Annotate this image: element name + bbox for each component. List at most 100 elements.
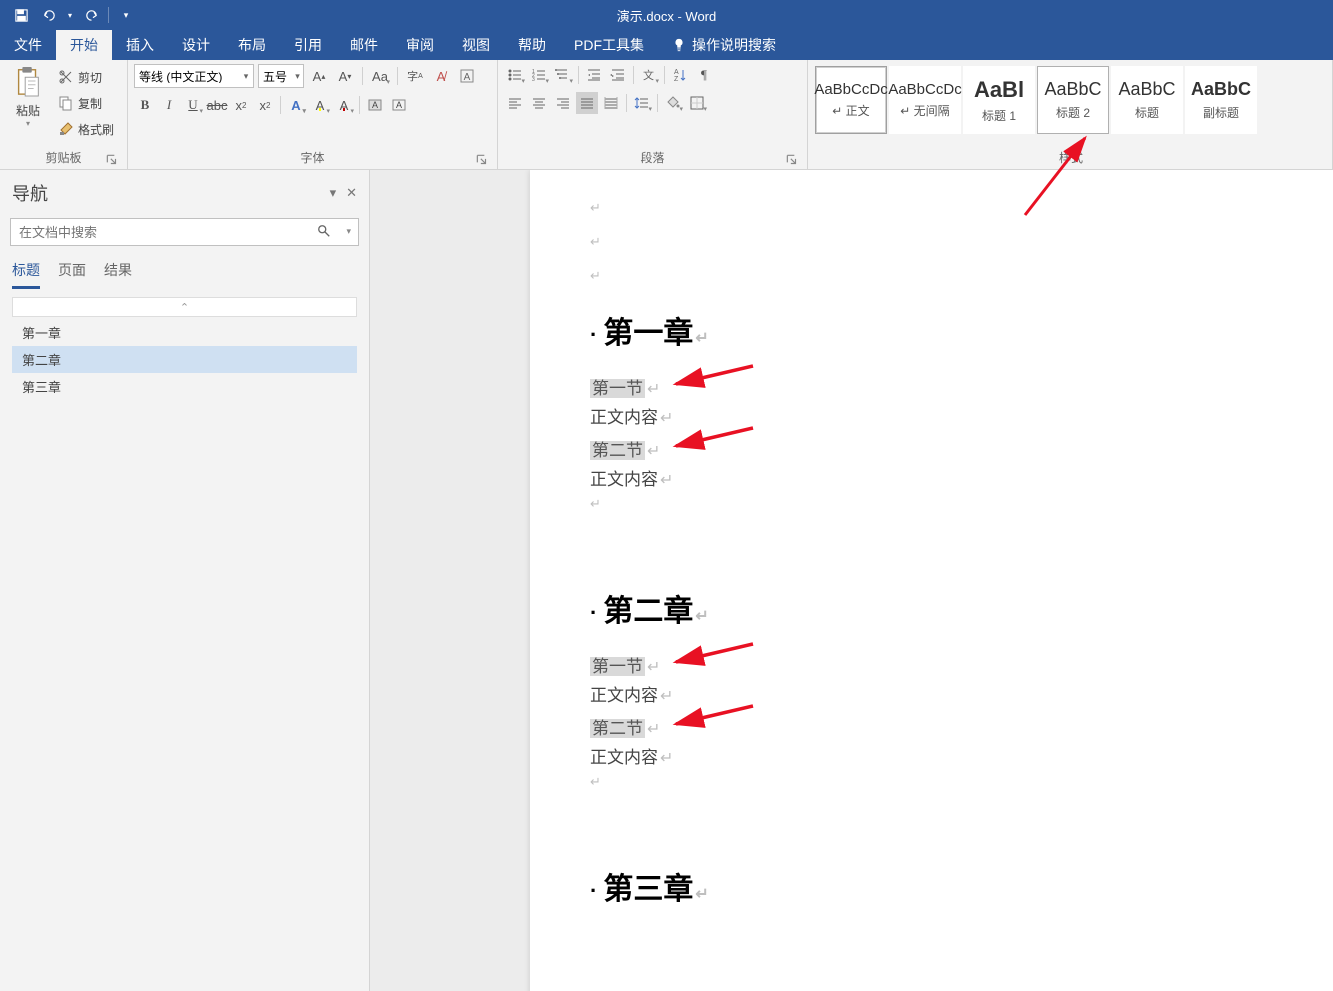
style-nospacing[interactable]: AaBbCcDc ↵ 无间隔 (889, 66, 961, 134)
qat-customize-icon[interactable]: ▾ (113, 2, 139, 28)
search-options-icon[interactable]: ▾ (346, 226, 351, 237)
align-right-button[interactable] (552, 92, 574, 114)
heading1: ·第三章↵ (590, 864, 1273, 908)
tab-design[interactable]: 设计 (168, 30, 224, 60)
group-clipboard: 粘贴 ▾ 剪切 复制 格式刷 剪贴板 (0, 60, 128, 169)
body-text: 正文内容↵ (590, 681, 1273, 706)
line-spacing-button[interactable]: ▾ (631, 92, 653, 114)
document-area[interactable]: ↵ ↵ ↵ ·第一章↵第一节↵正文内容↵第二节↵正文内容↵↵·第二章↵第一节↵正… (370, 170, 1333, 991)
navigation-pane: 导航 ▾ ✕ ▾ 标题 页面 结果 ⌃ 第一章 第二章 第三章 (0, 170, 370, 991)
shading-button[interactable]: ▾ (662, 92, 684, 114)
undo-dropdown-icon[interactable]: ▾ (64, 2, 76, 28)
tab-file[interactable]: 文件 (0, 30, 56, 60)
paste-icon (13, 66, 43, 100)
tell-me-search[interactable]: 操作说明搜索 (658, 30, 790, 60)
nav-node-ch1[interactable]: 第一章 (12, 319, 357, 346)
nav-dropdown-icon[interactable]: ▾ (330, 185, 337, 201)
style-heading1[interactable]: AaBl 标题 1 (963, 66, 1035, 134)
show-marks-button[interactable]: ¶ (693, 64, 715, 86)
paragraph-mark: ↵ (590, 496, 1273, 512)
redo-icon[interactable] (78, 2, 104, 28)
nav-tabs: 标题 页面 结果 (0, 252, 369, 289)
tab-mailings[interactable]: 邮件 (336, 30, 392, 60)
font-color-button[interactable]: A▾ (333, 94, 355, 116)
increase-indent-button[interactable] (607, 64, 629, 86)
tab-review[interactable]: 审阅 (392, 30, 448, 60)
char-border-button[interactable]: A (388, 94, 410, 116)
asian-layout-button[interactable]: 文▾ (638, 64, 660, 86)
paste-button[interactable]: 粘贴 ▾ (6, 64, 50, 147)
multilevel-button[interactable]: ▾ (552, 64, 574, 86)
cut-button[interactable]: 剪切 (54, 66, 118, 88)
tab-layout[interactable]: 布局 (224, 30, 280, 60)
group-label-font: 字体 (134, 147, 491, 169)
tab-references[interactable]: 引用 (280, 30, 336, 60)
align-left-button[interactable] (504, 92, 526, 114)
bold-button[interactable]: B (134, 94, 156, 116)
close-icon[interactable]: ✕ (346, 185, 357, 201)
format-painter-button[interactable]: 格式刷 (54, 118, 118, 140)
enclose-char-button[interactable]: A (456, 65, 478, 87)
nav-tree-top[interactable]: ⌃ (12, 297, 357, 317)
undo-icon[interactable] (36, 2, 62, 28)
borders-button[interactable]: ▾ (686, 92, 708, 114)
change-case-button[interactable]: Aa▾ (369, 65, 391, 87)
phonetic-guide-button[interactable]: 字A (404, 65, 426, 87)
paragraph-launcher-icon[interactable] (785, 153, 799, 167)
align-distributed-button[interactable] (600, 92, 622, 114)
window-title: 演示.docx - Word (617, 6, 717, 25)
bullets-button[interactable]: ▾ (504, 64, 526, 86)
subscript-button[interactable]: x2 (230, 94, 252, 116)
highlight-button[interactable]: A▾ (309, 94, 331, 116)
paragraph-mark: ↵ (590, 234, 1273, 250)
superscript-button[interactable]: x2 (254, 94, 276, 116)
decrease-indent-button[interactable] (583, 64, 605, 86)
tab-view[interactable]: 视图 (448, 30, 504, 60)
tab-help[interactable]: 帮助 (504, 30, 560, 60)
ribbon-tabs: 文件 开始 插入 设计 布局 引用 邮件 审阅 视图 帮助 PDF工具集 操作说… (0, 30, 1333, 60)
svg-text:文: 文 (643, 68, 654, 82)
copy-button[interactable]: 复制 (54, 92, 118, 114)
nav-tab-headings[interactable]: 标题 (12, 260, 40, 289)
text-effects-button[interactable]: A▾ (285, 94, 307, 116)
heading2: 第一节↵ (590, 374, 1273, 399)
numbering-button[interactable]: 123▾ (528, 64, 550, 86)
font-name-combo[interactable]: ▾ (134, 64, 254, 88)
search-icon[interactable] (317, 224, 331, 243)
font-name-input[interactable] (135, 69, 239, 83)
strikethrough-button[interactable]: abc (206, 94, 228, 116)
nav-node-ch2[interactable]: 第二章 (12, 346, 357, 373)
font-size-combo[interactable]: ▾ (258, 64, 304, 88)
clear-format-button[interactable]: A̸ (430, 65, 452, 87)
italic-button[interactable]: I (158, 94, 180, 116)
nav-tree: ⌃ 第一章 第二章 第三章 (0, 289, 369, 408)
font-launcher-icon[interactable] (475, 153, 489, 167)
grow-font-button[interactable]: A▴ (308, 65, 330, 87)
tab-insert[interactable]: 插入 (112, 30, 168, 60)
style-title[interactable]: AaBbC 标题 (1111, 66, 1183, 134)
nav-tab-pages[interactable]: 页面 (58, 260, 86, 289)
nav-search-input[interactable] (10, 218, 359, 246)
style-heading2[interactable]: AaBbC 标题 2 (1037, 66, 1109, 134)
save-icon[interactable] (8, 2, 34, 28)
align-center-button[interactable] (528, 92, 550, 114)
style-normal[interactable]: AaBbCcDc ↵ 正文 (815, 66, 887, 134)
shrink-font-button[interactable]: A▾ (334, 65, 356, 87)
chevron-down-icon[interactable]: ▾ (292, 71, 303, 82)
font-size-input[interactable] (259, 69, 292, 83)
char-shading-button[interactable]: A (364, 94, 386, 116)
nav-title: 导航 (12, 180, 48, 206)
nav-node-ch3[interactable]: 第三章 (12, 373, 357, 400)
align-justify-button[interactable] (576, 92, 598, 114)
chevron-down-icon[interactable]: ▾ (239, 71, 253, 82)
sort-button[interactable]: AZ (669, 64, 691, 86)
style-subtitle[interactable]: AaBbC 副标题 (1185, 66, 1257, 134)
heading1: ·第二章↵ (590, 586, 1273, 630)
svg-text:A: A (674, 69, 679, 76)
clipboard-launcher-icon[interactable] (105, 153, 119, 167)
tab-pdf[interactable]: PDF工具集 (560, 30, 658, 60)
styles-gallery[interactable]: AaBbCcDc ↵ 正文 AaBbCcDc ↵ 无间隔 AaBl 标题 1 A… (814, 64, 1258, 147)
nav-tab-results[interactable]: 结果 (104, 260, 132, 289)
tab-home[interactable]: 开始 (56, 30, 112, 60)
underline-button[interactable]: U▾ (182, 94, 204, 116)
